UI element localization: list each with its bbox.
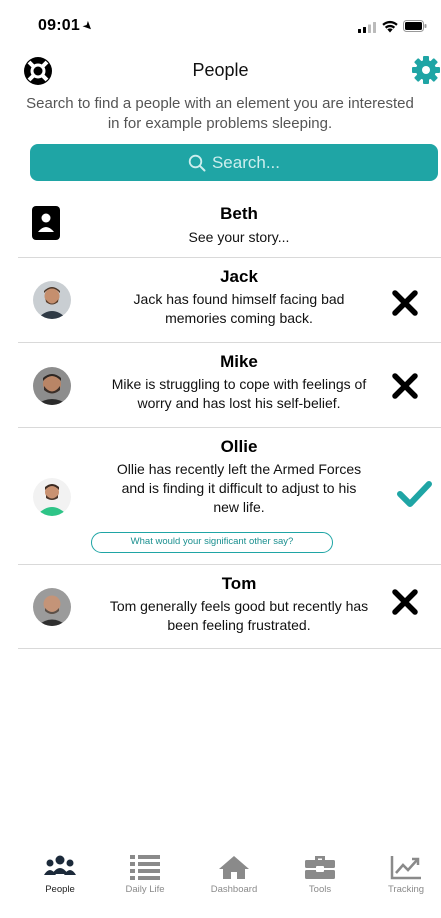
- tab-label: Tools: [308, 884, 332, 895]
- checkmark-icon[interactable]: [396, 479, 432, 509]
- intro-line-2: in for example problems sleeping.: [107, 115, 333, 132]
- intro-text: Search to find a people with an element …: [0, 94, 441, 134]
- person-name: Tom: [221, 574, 257, 593]
- person-row-ollie[interactable]: Ollie Ollie has recently left the Armed …: [18, 428, 441, 565]
- tab-daily-life[interactable]: Daily Life: [105, 854, 185, 895]
- tab-label: Dashboard: [210, 884, 258, 895]
- self-row[interactable]: Beth See your story...: [18, 196, 441, 258]
- close-icon[interactable]: [390, 371, 420, 401]
- search-bar[interactable]: Search...: [30, 144, 438, 181]
- home-icon: [219, 856, 249, 879]
- header: People: [0, 50, 441, 90]
- person-row-tom[interactable]: Tom Tom generally feels good but recentl…: [18, 565, 441, 649]
- close-icon[interactable]: [390, 587, 420, 617]
- tab-people[interactable]: People: [20, 854, 100, 895]
- person-name: Jack: [220, 267, 258, 286]
- person-desc-line: new life.: [213, 499, 265, 515]
- tab-dashboard[interactable]: Dashboard: [194, 854, 274, 895]
- people-icon: [44, 855, 76, 875]
- person-name: Ollie: [220, 437, 258, 456]
- person-desc-line: Jack has found himself facing bad: [133, 291, 345, 307]
- wifi-icon: [382, 20, 398, 33]
- person-desc-line: been feeling frustrated.: [167, 617, 311, 633]
- person-desc-line: Mike is struggling to cope with feelings…: [111, 376, 367, 392]
- person-row-jack[interactable]: Jack Jack has found himself facing bad m…: [18, 258, 441, 343]
- intro-line-1: Search to find a people with an element …: [26, 95, 414, 112]
- tab-label: Tracking: [387, 884, 425, 895]
- person-row-mike[interactable]: Mike Mike is struggling to cope with fee…: [18, 343, 441, 428]
- search-placeholder: Search...: [211, 152, 281, 172]
- battery-icon: [403, 20, 427, 32]
- person-name: Mike: [220, 352, 258, 371]
- tab-tools[interactable]: Tools: [280, 854, 360, 895]
- clock-text: 09:01: [38, 17, 80, 34]
- contact-card-icon: [32, 206, 60, 240]
- gear-icon[interactable]: [411, 55, 441, 85]
- person-desc-line: memories coming back.: [165, 310, 313, 326]
- significant-other-prompt-button[interactable]: What would your significant other say?: [91, 532, 333, 553]
- avatar: [33, 367, 71, 405]
- tab-label: Daily Life: [125, 884, 165, 895]
- status-time: 09:01➤: [38, 17, 97, 35]
- person-desc-line: and is finding it difficult to adjust to…: [121, 480, 357, 496]
- close-icon[interactable]: [390, 288, 420, 318]
- self-name: Beth: [220, 204, 258, 223]
- avatar: [33, 281, 71, 319]
- toolbox-icon: [305, 856, 335, 879]
- person-desc-line: Ollie has recently left the Armed Forces: [116, 461, 362, 477]
- tab-tracking[interactable]: Tracking: [366, 854, 441, 895]
- status-bar: 09:01➤: [0, 0, 441, 44]
- tab-bar: People Daily Life Dashboard Tools Tracki…: [0, 850, 441, 918]
- avatar: [33, 478, 71, 516]
- tab-label: People: [45, 884, 75, 895]
- search-icon: [188, 154, 206, 171]
- page-title: People: [192, 60, 249, 80]
- avatar: [33, 588, 71, 626]
- self-subtitle: See your story...: [188, 229, 290, 245]
- list-icon: [130, 855, 160, 880]
- person-desc-line: Tom generally feels good but recently ha…: [109, 598, 369, 614]
- chart-icon: [390, 856, 421, 880]
- people-list: Beth See your story... Jack Jack has fou…: [18, 196, 441, 649]
- person-desc-line: worry and has lost his self-belief.: [137, 395, 341, 411]
- location-arrow-icon: ➤: [79, 17, 97, 35]
- cellular-signal-icon: [358, 22, 376, 33]
